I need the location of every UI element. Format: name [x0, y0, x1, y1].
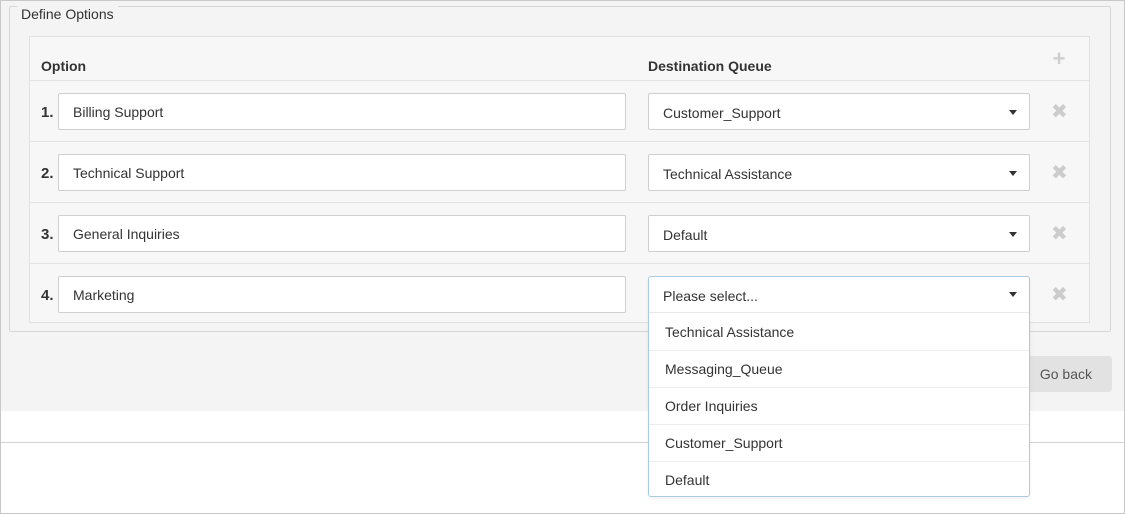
- row-number: 2.: [41, 165, 54, 182]
- remove-option-icon[interactable]: ✖: [1051, 285, 1068, 305]
- row-divider: [30, 141, 1090, 142]
- dropdown-option[interactable]: Order Inquiries: [649, 388, 1029, 425]
- selected-queue: Customer_Support: [663, 105, 781, 121]
- row-number: 1.: [41, 104, 54, 121]
- chevron-down-icon: [1009, 110, 1017, 115]
- remove-option-icon[interactable]: ✖: [1051, 163, 1068, 183]
- dropdown-option-label: Technical Assistance: [665, 324, 795, 340]
- row-number: 4.: [41, 287, 54, 304]
- row-divider: [30, 202, 1090, 203]
- destination-queue-select-4[interactable]: Please select...: [649, 277, 1029, 313]
- destination-queue-select-2[interactable]: Technical Assistance: [648, 154, 1030, 191]
- chevron-down-icon: [1009, 292, 1017, 297]
- dropdown-option-label: Messaging_Queue: [665, 361, 783, 377]
- row-divider: [30, 263, 1090, 264]
- select-placeholder: Please select...: [663, 288, 758, 304]
- dropdown-option[interactable]: Customer_Support: [649, 425, 1029, 462]
- dropdown-option-label: Default: [665, 472, 710, 488]
- remove-option-icon[interactable]: ✖: [1051, 102, 1068, 122]
- remove-option-icon[interactable]: ✖: [1051, 224, 1068, 244]
- row-number: 3.: [41, 226, 54, 243]
- selected-queue: Default: [663, 227, 708, 243]
- chevron-down-icon: [1009, 171, 1017, 176]
- option-input-4[interactable]: [58, 276, 626, 313]
- add-option-icon[interactable]: +: [1050, 48, 1068, 70]
- dropdown-option[interactable]: Technical Assistance: [649, 314, 1029, 351]
- destination-queue-dropdown[interactable]: Please select... Technical Assistance Me…: [648, 276, 1030, 497]
- dropdown-option-label: Customer_Support: [665, 435, 783, 451]
- define-options-legend: Define Options: [17, 6, 118, 22]
- destination-queue-select-1[interactable]: Customer_Support: [648, 93, 1030, 130]
- chevron-down-icon: [1009, 232, 1017, 237]
- dropdown-option-label: Order Inquiries: [665, 398, 758, 414]
- option-column-header: Option: [41, 58, 87, 74]
- dropdown-option[interactable]: Messaging_Queue: [649, 351, 1029, 388]
- row-divider: [30, 80, 1090, 81]
- option-input-1[interactable]: [58, 93, 626, 130]
- destination-queue-column-header: Destination Queue: [648, 58, 772, 74]
- dropdown-option[interactable]: Default: [649, 462, 1029, 499]
- destination-queue-select-3[interactable]: Default: [648, 215, 1030, 252]
- selected-queue: Technical Assistance: [663, 166, 793, 182]
- option-input-2[interactable]: [58, 154, 626, 191]
- option-input-3[interactable]: [58, 215, 626, 252]
